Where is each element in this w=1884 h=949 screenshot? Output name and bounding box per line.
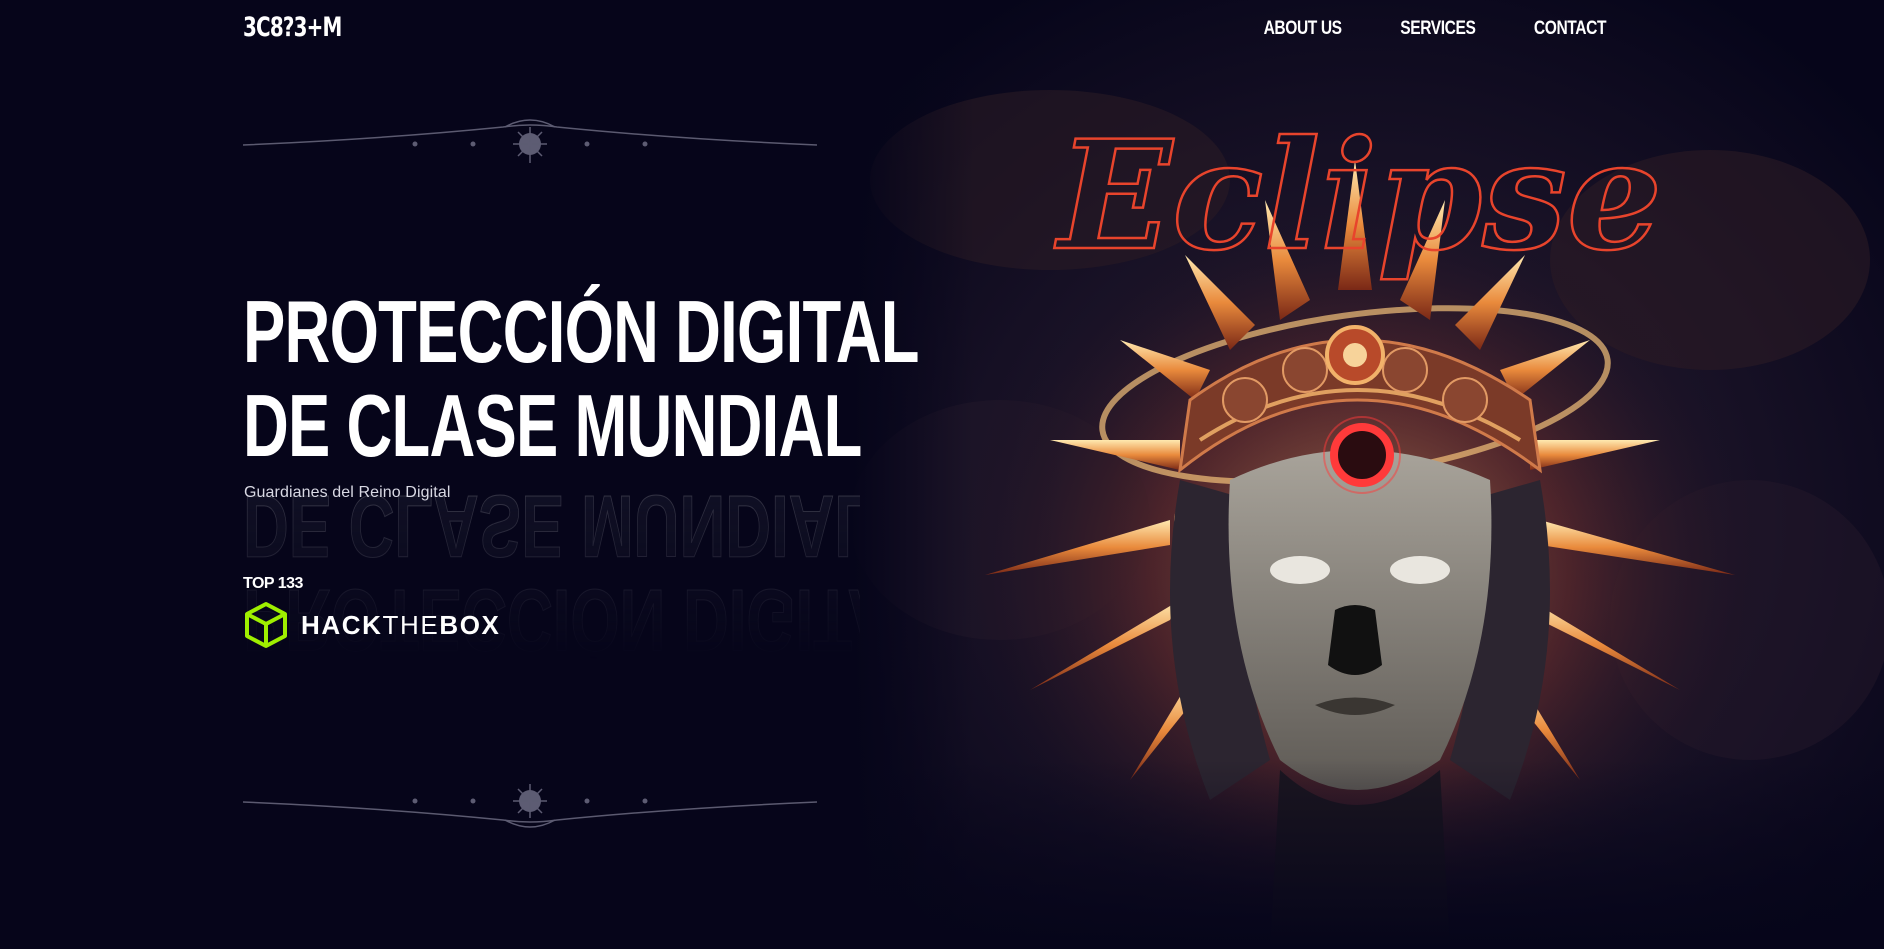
- nav-links: ABOUT US SERVICES CONTACT: [1255, 18, 1614, 40]
- hackthebox-wordmark: HACKTHEBOX: [301, 610, 500, 641]
- hackthebox-cube-icon: [245, 602, 287, 648]
- hero-headline-line2: DE CLASE MUNDIAL: [243, 376, 862, 475]
- hackthebox-badge[interactable]: HACKTHEBOX: [243, 600, 500, 650]
- hero-subtitle: Guardianes del Reino Digital: [244, 484, 451, 501]
- wordmark-the: THE: [382, 609, 440, 640]
- nav-link-about-us[interactable]: ABOUT US: [1264, 18, 1343, 40]
- wordmark-hack: HACK: [301, 609, 383, 640]
- site-logo[interactable]: 3C8?3+M: [243, 12, 342, 43]
- nav-link-contact[interactable]: CONTACT: [1534, 18, 1607, 40]
- landing-page: Eclipse 3C8?3+M ABOUT US SERVICES CONTAC…: [0, 0, 1884, 949]
- nav-link-services[interactable]: SERVICES: [1401, 18, 1477, 40]
- ornament-divider-top: [243, 115, 817, 175]
- rank-label: TOP 133: [243, 575, 303, 592]
- eclipse-hero-illustration: Eclipse: [850, 0, 1884, 949]
- top-navigation: 3C8?3+M ABOUT US SERVICES CONTACT: [0, 0, 1884, 64]
- hero-headline: PROTECCIÓN DIGITAL DE CLASE MUNDIAL: [243, 285, 919, 473]
- hero-headline-line1: PROTECCIÓN DIGITAL: [243, 282, 919, 381]
- ornament-divider-bottom: [243, 772, 817, 832]
- wordmark-box: BOX: [439, 609, 501, 640]
